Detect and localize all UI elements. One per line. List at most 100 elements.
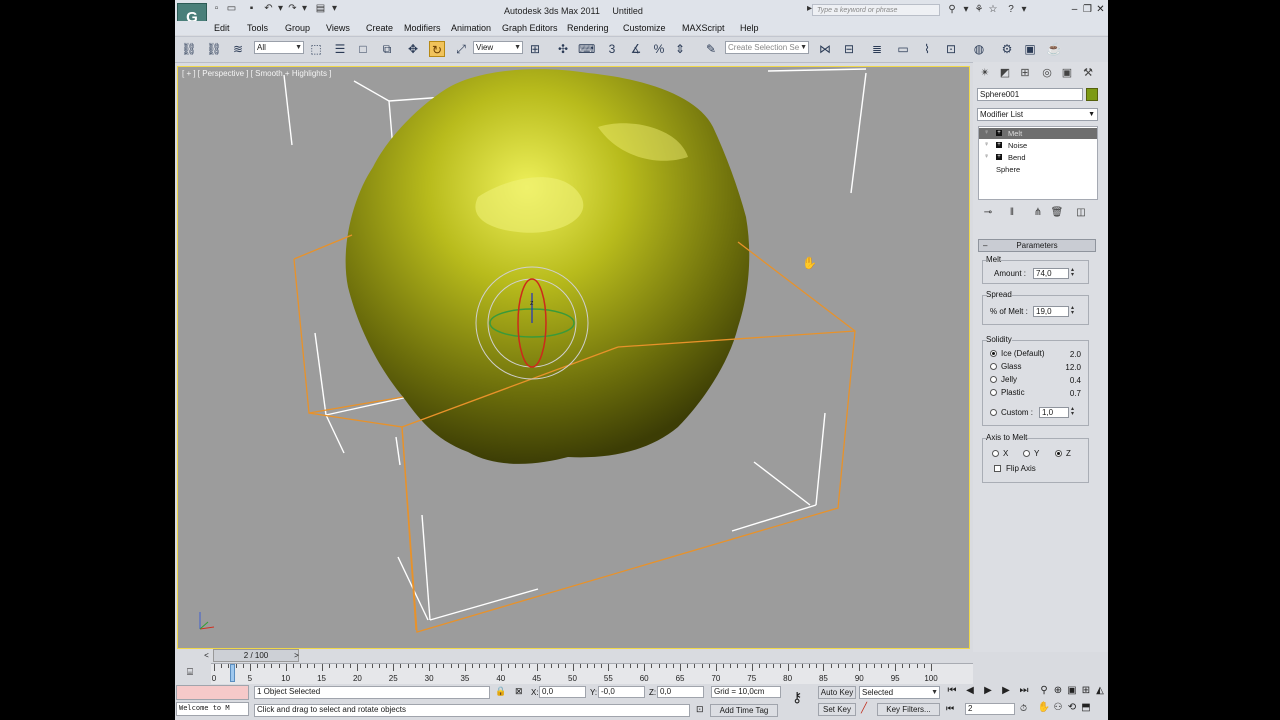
named-selection-set-dropdown[interactable]: Create Selection Se ▼ bbox=[725, 41, 809, 54]
percent-snap-toggle-icon[interactable]: % bbox=[651, 41, 667, 57]
graphite-modeling-tools-icon[interactable]: ▭ bbox=[895, 41, 911, 57]
use-pivot-center-icon[interactable]: ⊞ bbox=[527, 41, 543, 57]
percent-spinner-arrows-icon[interactable]: ▴ ▾ bbox=[1069, 305, 1076, 317]
remove-modifier-icon[interactable]: 🗑 bbox=[1050, 207, 1064, 219]
y-coordinate-field[interactable]: -0,0 bbox=[598, 686, 645, 698]
configure-modifier-sets-icon[interactable]: ◫ bbox=[1074, 207, 1088, 219]
current-frame-field[interactable]: 2 bbox=[965, 703, 1015, 715]
object-name-field[interactable]: Sphere001 bbox=[977, 88, 1083, 101]
layer-manager-icon[interactable]: ≣ bbox=[869, 41, 885, 57]
bind-to-space-warp-icon[interactable]: ≋ bbox=[230, 41, 246, 57]
expand-plus-icon[interactable]: + bbox=[996, 154, 1002, 160]
key-filters-button[interactable]: Key Filters... bbox=[877, 703, 940, 716]
lightbulb-icon[interactable]: ♀ bbox=[984, 129, 991, 137]
object-color-swatch[interactable] bbox=[1086, 88, 1098, 101]
communication-center-icon[interactable]: ⚘ bbox=[973, 4, 985, 16]
auto-key-button[interactable]: Auto Key bbox=[818, 686, 856, 699]
favorites-star-icon[interactable]: ☆ bbox=[987, 4, 999, 16]
absolute-transform-mode-icon[interactable]: ⊠ bbox=[515, 686, 527, 698]
keyboard-shortcut-toggle-icon[interactable]: ⌨ bbox=[578, 41, 595, 57]
x-coordinate-field[interactable]: 0,0 bbox=[539, 686, 586, 698]
snaps-toggle-icon[interactable]: 3 bbox=[604, 41, 620, 57]
schematic-view-icon[interactable]: ⊡ bbox=[943, 41, 959, 57]
edit-named-selection-icon[interactable]: ✎ bbox=[703, 41, 719, 57]
open-file-icon[interactable]: ▭ bbox=[226, 4, 237, 14]
select-and-scale-icon[interactable]: ⤢ bbox=[453, 41, 469, 57]
pin-stack-icon[interactable]: ⊸ bbox=[981, 207, 995, 219]
select-and-rotate-icon[interactable]: ↻ bbox=[429, 41, 445, 57]
restore-icon[interactable]: ❐ bbox=[1082, 4, 1093, 15]
lightbulb-icon[interactable]: ♀ bbox=[984, 153, 991, 161]
motion-tab-icon[interactable]: ◎ bbox=[1039, 66, 1055, 81]
select-object-icon[interactable]: ⬚ bbox=[308, 41, 324, 57]
plastic-radio[interactable] bbox=[990, 389, 997, 396]
track-bar[interactable]: 0 5 10 15 20 25 30 35 40 45 50 55 60 65 70 75 80 85 90 95 10… bbox=[211, 663, 973, 684]
select-by-name-icon[interactable]: ☰ bbox=[332, 41, 348, 57]
menu-graph-editors[interactable]: Graph Editors bbox=[502, 23, 558, 33]
orbit-icon[interactable]: ⟲ bbox=[1065, 701, 1079, 715]
menu-group[interactable]: Group bbox=[285, 23, 310, 33]
rectangular-selection-icon[interactable]: □ bbox=[355, 41, 371, 57]
parameters-rollout-header[interactable]: – Parameters bbox=[978, 239, 1096, 252]
close-icon[interactable]: ✕ bbox=[1095, 4, 1106, 15]
maximize-viewport-icon[interactable]: ⬒ bbox=[1079, 701, 1093, 715]
axis-y-radio[interactable] bbox=[1023, 450, 1030, 457]
menu-edit[interactable]: Edit bbox=[214, 23, 230, 33]
zoom-icon[interactable]: ⚲ bbox=[1037, 684, 1051, 698]
quick-access-dropdown-icon[interactable]: ▾ bbox=[329, 4, 340, 14]
menu-rendering[interactable]: Rendering bbox=[567, 23, 609, 33]
key-mode-dropdown[interactable]: Selected ▼ bbox=[859, 686, 940, 699]
help-dropdown-icon[interactable]: ▾ bbox=[1018, 4, 1030, 16]
next-frame-icon[interactable]: ▶ bbox=[999, 684, 1013, 698]
jelly-radio[interactable] bbox=[990, 376, 997, 383]
stack-item-melt[interactable]: ♀ + Melt bbox=[979, 128, 1097, 139]
material-editor-icon[interactable]: ◍ bbox=[971, 41, 987, 57]
menu-customize[interactable]: Customize bbox=[623, 23, 666, 33]
pan-view-icon[interactable]: ✋ bbox=[1037, 701, 1051, 715]
stack-item-bend[interactable]: ♀ + Bend bbox=[979, 152, 1097, 163]
redo-dropdown-icon[interactable]: ▾ bbox=[299, 4, 310, 14]
angle-snap-toggle-icon[interactable]: ∡ bbox=[628, 41, 644, 57]
add-time-tag-button[interactable]: Add Time Tag bbox=[710, 704, 778, 717]
glass-radio[interactable] bbox=[990, 363, 997, 370]
select-and-link-icon[interactable]: ⛓ bbox=[181, 41, 197, 57]
help-icon[interactable]: ? bbox=[1005, 4, 1017, 16]
play-icon[interactable]: ▶ bbox=[981, 684, 995, 698]
align-icon[interactable]: ⊟ bbox=[841, 41, 857, 57]
stack-item-noise[interactable]: ♀ + Noise bbox=[979, 140, 1097, 151]
melted-sphere-object[interactable] bbox=[345, 69, 750, 464]
expand-plus-icon[interactable]: + bbox=[996, 142, 1002, 148]
maxscript-listener-mini[interactable] bbox=[176, 685, 249, 700]
modifier-list-dropdown[interactable]: Modifier List ▼ bbox=[977, 108, 1098, 121]
create-tab-icon[interactable]: ✴ bbox=[977, 66, 993, 81]
hierarchy-tab-icon[interactable]: ⊞ bbox=[1017, 66, 1033, 81]
custom-radio[interactable] bbox=[990, 409, 997, 416]
axis-z-radio[interactable] bbox=[1055, 450, 1062, 457]
menu-tools[interactable]: Tools bbox=[247, 23, 268, 33]
spinner-snap-toggle-icon[interactable]: ⇕ bbox=[672, 41, 688, 57]
modify-tab-icon[interactable]: ◩ bbox=[997, 66, 1013, 81]
menu-views[interactable]: Views bbox=[326, 23, 350, 33]
custom-value-field[interactable]: 1,0 bbox=[1039, 407, 1069, 418]
select-and-move-icon[interactable]: ✥ bbox=[405, 41, 421, 57]
previous-frame-icon[interactable]: ◀ bbox=[963, 684, 977, 698]
time-slider[interactable]: 2 / 100 bbox=[213, 649, 299, 662]
make-unique-icon[interactable]: ⋔ bbox=[1031, 207, 1045, 219]
lightbulb-icon[interactable]: ♀ bbox=[984, 141, 991, 149]
selection-lock-icon[interactable]: 🔒 bbox=[495, 686, 506, 698]
time-slider-prev-icon[interactable]: < bbox=[201, 649, 212, 662]
render-production-icon[interactable]: ☕ bbox=[1046, 41, 1062, 57]
reference-coordinate-dropdown[interactable]: View ▼ bbox=[473, 41, 523, 54]
show-end-result-icon[interactable]: ‖ bbox=[1005, 207, 1019, 219]
amount-spinner-field[interactable]: 74,0 bbox=[1033, 268, 1069, 279]
current-frame-marker[interactable] bbox=[230, 664, 236, 682]
binoculars-icon[interactable]: ⚲ bbox=[946, 4, 958, 16]
save-icon[interactable]: ▪ bbox=[246, 4, 257, 14]
mini-curve-editor-icon[interactable]: ⌸ bbox=[182, 667, 198, 679]
menu-maxscript[interactable]: MAXScript bbox=[682, 23, 725, 33]
field-of-view-icon[interactable]: ◭ bbox=[1093, 684, 1107, 698]
go-to-end-icon[interactable]: ⏭ bbox=[1017, 684, 1031, 698]
custom-spinner-arrows-icon[interactable]: ▴ ▾ bbox=[1069, 406, 1076, 418]
undo-icon[interactable]: ↶ bbox=[263, 4, 274, 14]
perspective-viewport[interactable]: [ + ] [ Perspective ] [ Smooth + Highlig… bbox=[177, 66, 970, 649]
